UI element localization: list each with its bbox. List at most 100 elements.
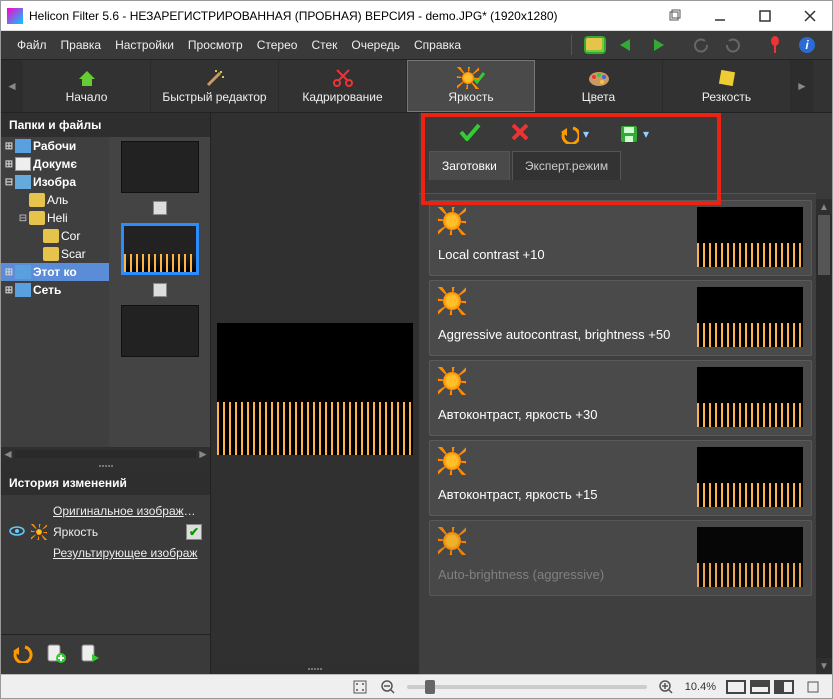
preset-item[interactable]: Local contrast +10 xyxy=(429,200,812,276)
preset-item[interactable]: Auto-brightness (aggressive) xyxy=(429,520,812,596)
preset-name: Автоконтраст, яркость +30 xyxy=(438,401,687,422)
history-title: История изменений xyxy=(1,471,210,495)
preset-item[interactable]: Aggressive autocontrast, brightness +50 xyxy=(429,280,812,356)
menu-file[interactable]: Файл xyxy=(11,34,53,56)
tab-label: Быстрый редактор xyxy=(162,90,266,104)
revert-icon[interactable]: ▾ xyxy=(559,124,589,144)
menu-queue[interactable]: Очередь xyxy=(345,34,406,56)
close-button[interactable] xyxy=(787,1,832,31)
thumb[interactable] xyxy=(121,141,199,193)
sun-icon xyxy=(438,287,466,315)
preset-thumb xyxy=(697,527,803,587)
folder-tree[interactable]: ⊞Рабочи ⊞Докумє ⊟Изобра Аль ⊟Heli Cor Sc… xyxy=(1,137,109,447)
save-icon[interactable]: ▾ xyxy=(619,124,649,144)
history-result[interactable]: Результирующее изображ xyxy=(9,543,202,563)
menu-help[interactable]: Справка xyxy=(408,34,467,56)
sun-icon xyxy=(31,524,47,540)
cancel-icon[interactable] xyxy=(511,123,529,144)
thumbnail-strip[interactable] xyxy=(109,137,210,447)
menu-stereo[interactable]: Стерео xyxy=(251,34,304,56)
sun-icon xyxy=(438,527,466,555)
history-label: Оригинальное изображени xyxy=(53,504,202,518)
tab-label: Начало xyxy=(66,90,108,104)
preset-item[interactable]: Автоконтраст, яркость +30 xyxy=(429,360,812,436)
undo-icon[interactable] xyxy=(11,643,33,666)
scissors-icon xyxy=(332,68,354,88)
tree-item-label: Рабочи xyxy=(33,139,76,153)
thumb-checkbox[interactable] xyxy=(153,201,167,215)
layout-single-icon[interactable] xyxy=(726,680,746,694)
preset-name: Auto-brightness (aggressive) xyxy=(438,561,687,582)
history-step[interactable]: Яркость ✔ xyxy=(9,521,202,543)
wand-icon xyxy=(204,69,226,87)
zoom-value: 10.4% xyxy=(685,681,716,693)
zoom-fit-icon[interactable] xyxy=(351,678,369,696)
splitter[interactable] xyxy=(1,461,210,471)
dropdown-caret-icon[interactable]: ▾ xyxy=(583,127,589,141)
tab-quick-editor[interactable]: Быстрый редактор xyxy=(151,60,279,112)
dropdown-caret-icon[interactable]: ▾ xyxy=(643,127,649,141)
tree-item-label: Изобра xyxy=(33,175,76,189)
tabs-scroll-right[interactable]: ► xyxy=(791,60,813,112)
history-label: Яркость xyxy=(53,525,180,539)
preset-name: Aggressive autocontrast, brightness +50 xyxy=(438,321,687,342)
nav-forward-icon[interactable] xyxy=(647,33,671,57)
home-icon xyxy=(77,69,97,87)
preview-image[interactable] xyxy=(217,323,413,455)
menu-stack[interactable]: Стек xyxy=(305,34,343,56)
layout-vsplit-icon[interactable] xyxy=(774,680,794,694)
eye-icon[interactable] xyxy=(9,525,25,540)
preset-name: Автоконтраст, яркость +15 xyxy=(438,481,687,502)
tree-hscroll[interactable]: ◄► xyxy=(1,447,210,461)
apply-icon[interactable] xyxy=(459,123,481,144)
layout-hsplit-icon[interactable] xyxy=(750,680,770,694)
tab-expert-mode[interactable]: Эксперт.режим xyxy=(512,151,621,180)
preset-scrollbar[interactable]: ▲▼ xyxy=(816,199,832,674)
preset-item[interactable]: Автоконтраст, яркость +15 xyxy=(429,440,812,516)
titlebar: Helicon Filter 5.6 - НЕЗАРЕГИСТРИРОВАННА… xyxy=(1,1,832,31)
tab-label: Резкость xyxy=(702,90,751,104)
pin-icon[interactable] xyxy=(763,33,787,57)
minimize-button[interactable] xyxy=(697,1,742,31)
folders-files-title: Папки и файлы xyxy=(1,113,210,137)
history-toolbar xyxy=(1,634,210,674)
tab-crop[interactable]: Кадрирование xyxy=(279,60,407,112)
sun-icon xyxy=(438,207,466,235)
menu-view[interactable]: Просмотр xyxy=(182,34,249,56)
tab-brightness[interactable]: Яркость xyxy=(407,60,535,112)
left-panel: Папки и файлы ⊞Рабочи ⊞Докумє ⊟Изобра Ал… xyxy=(1,113,211,674)
scroll-add-icon[interactable] xyxy=(45,642,67,667)
rotate-cw-icon[interactable] xyxy=(721,33,745,57)
restore-aux-button[interactable] xyxy=(652,1,697,31)
history-step-checkbox[interactable]: ✔ xyxy=(186,524,202,540)
thumb-checkbox[interactable] xyxy=(153,283,167,297)
nav-back-icon[interactable] xyxy=(615,33,639,57)
history-list: Оригинальное изображени Яркость ✔ Резуль… xyxy=(1,495,210,569)
menu-edit[interactable]: Правка xyxy=(55,34,108,56)
zoom-in-icon[interactable] xyxy=(657,678,675,696)
open-folder-icon[interactable] xyxy=(583,33,607,57)
menu-settings[interactable]: Настройки xyxy=(109,34,180,56)
preset-list[interactable]: Local contrast +10 Aggressive autocontra… xyxy=(419,193,816,674)
thumb[interactable] xyxy=(121,305,199,357)
zoom-out-icon[interactable] xyxy=(379,678,397,696)
zoom-actual-icon[interactable] xyxy=(804,678,822,696)
tabs-scroll-left[interactable]: ◄ xyxy=(1,60,23,112)
preview-splitter[interactable] xyxy=(211,664,419,674)
zoom-slider[interactable] xyxy=(407,685,647,689)
info-icon[interactable]: i xyxy=(795,33,819,57)
tab-sharpness[interactable]: Резкость xyxy=(663,60,791,112)
tree-item-label: Этот ко xyxy=(33,265,77,279)
rotate-ccw-icon[interactable] xyxy=(689,33,713,57)
tree-item-label: Аль xyxy=(47,193,68,207)
thumb-selected[interactable] xyxy=(121,223,199,275)
tab-colors[interactable]: Цвета xyxy=(535,60,663,112)
preset-name: Local contrast +10 xyxy=(438,241,687,262)
history-original[interactable]: Оригинальное изображени xyxy=(9,501,202,521)
maximize-button[interactable] xyxy=(742,1,787,31)
scroll-play-icon[interactable] xyxy=(79,642,101,667)
tab-presets[interactable]: Заготовки xyxy=(429,151,510,180)
preset-thumb xyxy=(697,287,803,347)
app-icon xyxy=(7,8,23,24)
tab-start[interactable]: Начало xyxy=(23,60,151,112)
